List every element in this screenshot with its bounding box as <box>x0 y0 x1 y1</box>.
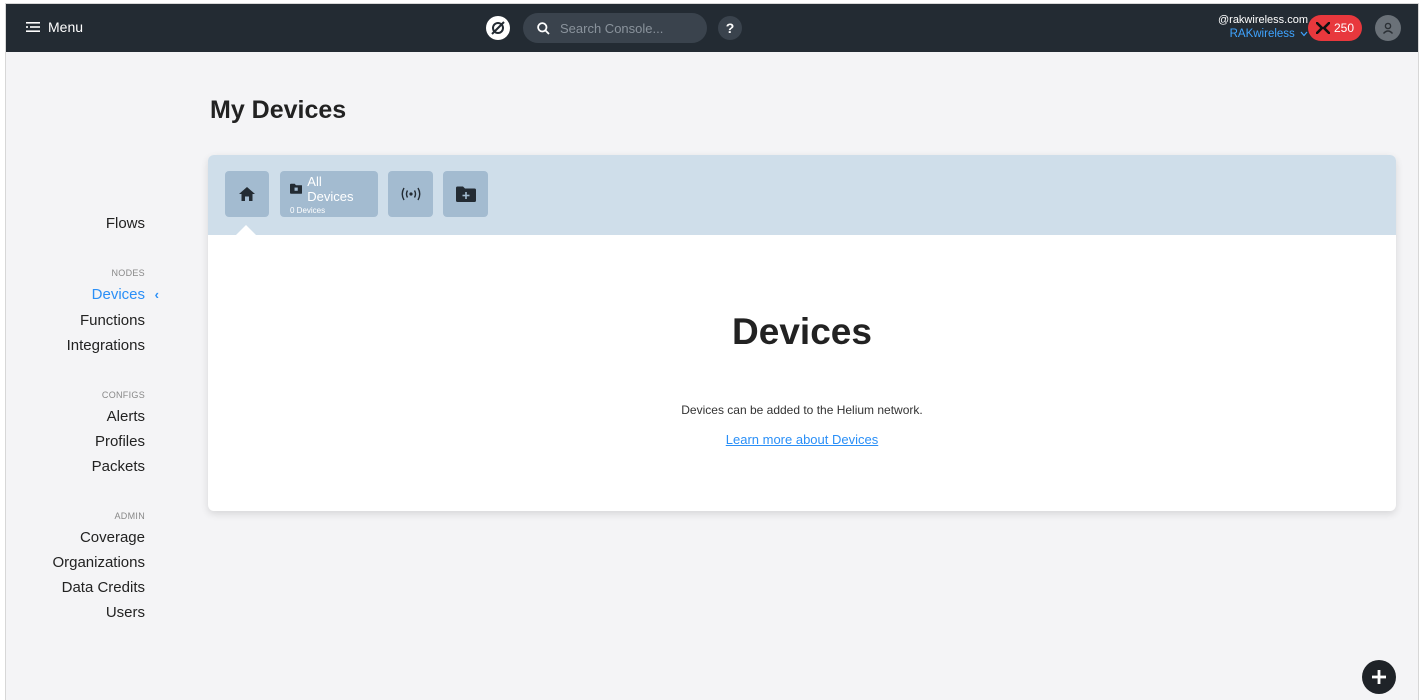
learn-more-link[interactable]: Learn more about Devices <box>726 432 878 447</box>
data-credits-count: 250 <box>1333 21 1355 35</box>
sidebar-item-alerts[interactable]: Alerts <box>107 408 145 425</box>
help-button[interactable]: ? <box>718 16 742 40</box>
sidebar-section-admin: ADMIN <box>114 511 145 521</box>
org-name: RAKwireless <box>1229 28 1295 40</box>
search-box[interactable] <box>523 13 707 43</box>
plus-icon <box>1372 670 1386 684</box>
menu-button[interactable]: Menu <box>26 19 83 35</box>
sidebar-item-integrations[interactable]: Integrations <box>67 337 145 354</box>
home-icon <box>239 187 255 201</box>
user-icon <box>1382 22 1394 34</box>
sidebar-item-devices[interactable]: Devices <box>92 286 145 303</box>
sidebar-section-configs: CONFIGS <box>101 390 145 400</box>
helium-logo-icon[interactable] <box>486 16 510 40</box>
home-button[interactable] <box>225 171 269 217</box>
menu-label: Menu <box>48 19 84 35</box>
sidebar-item-functions[interactable]: Functions <box>80 312 145 329</box>
helium-x-icon <box>1315 22 1330 34</box>
sidebar-item-flows[interactable]: Flows <box>106 215 145 232</box>
sidebar-item-packets[interactable]: Packets <box>92 458 145 475</box>
data-credits-badge[interactable]: 250 <box>1308 15 1362 41</box>
search-input[interactable] <box>558 19 692 37</box>
account-menu[interactable]: @rakwireless.com RAKwireless <box>1218 13 1308 41</box>
add-button[interactable] <box>1362 660 1396 694</box>
empty-state-title: Devices <box>732 311 872 352</box>
sidebar-section-nodes: NODES <box>111 268 145 278</box>
active-tab-pointer <box>236 225 256 235</box>
all-devices-label: All Devices <box>307 173 354 204</box>
chevron-left-icon: ‹ <box>154 287 159 302</box>
chevron-down-icon <box>1300 31 1308 37</box>
empty-state-description: Devices can be added to the Helium netwo… <box>681 403 923 417</box>
all-devices-count: 0 Devices <box>290 205 326 215</box>
avatar[interactable] <box>1375 15 1401 41</box>
sidebar-item-coverage[interactable]: Coverage <box>80 529 145 546</box>
all-devices-button[interactable]: All Devices 0 Devices <box>280 171 378 217</box>
page-title: My Devices <box>210 96 347 124</box>
signal-icon <box>401 187 420 201</box>
search-icon <box>537 21 550 35</box>
sidebar-item-users[interactable]: Users <box>106 604 145 621</box>
sidebar-item-profiles[interactable]: Profiles <box>95 433 145 450</box>
account-email: @rakwireless.com <box>1217 14 1308 26</box>
sidebar-item-organizations[interactable]: Organizations <box>52 554 145 571</box>
signal-button[interactable] <box>388 171 433 217</box>
folder-icon <box>290 183 303 194</box>
devices-toolbar: All Devices 0 Devices <box>208 155 1396 235</box>
app-window: Menu ? @rakwireless.com RAKwireless <box>6 4 1418 700</box>
add-folder-button[interactable] <box>443 171 488 217</box>
devices-card: All Devices 0 Devices Devices Devices ca… <box>208 155 1396 511</box>
learn-more-container: Learn more about Devices <box>208 432 1396 447</box>
add-folder-icon <box>455 186 476 202</box>
top-bar: Menu ? @rakwireless.com RAKwireless <box>6 4 1418 52</box>
help-icon: ? <box>725 20 735 36</box>
menu-icon <box>26 22 40 32</box>
sidebar-item-data-credits[interactable]: Data Credits <box>62 579 145 596</box>
org-switcher[interactable]: RAKwireless <box>1218 27 1308 41</box>
